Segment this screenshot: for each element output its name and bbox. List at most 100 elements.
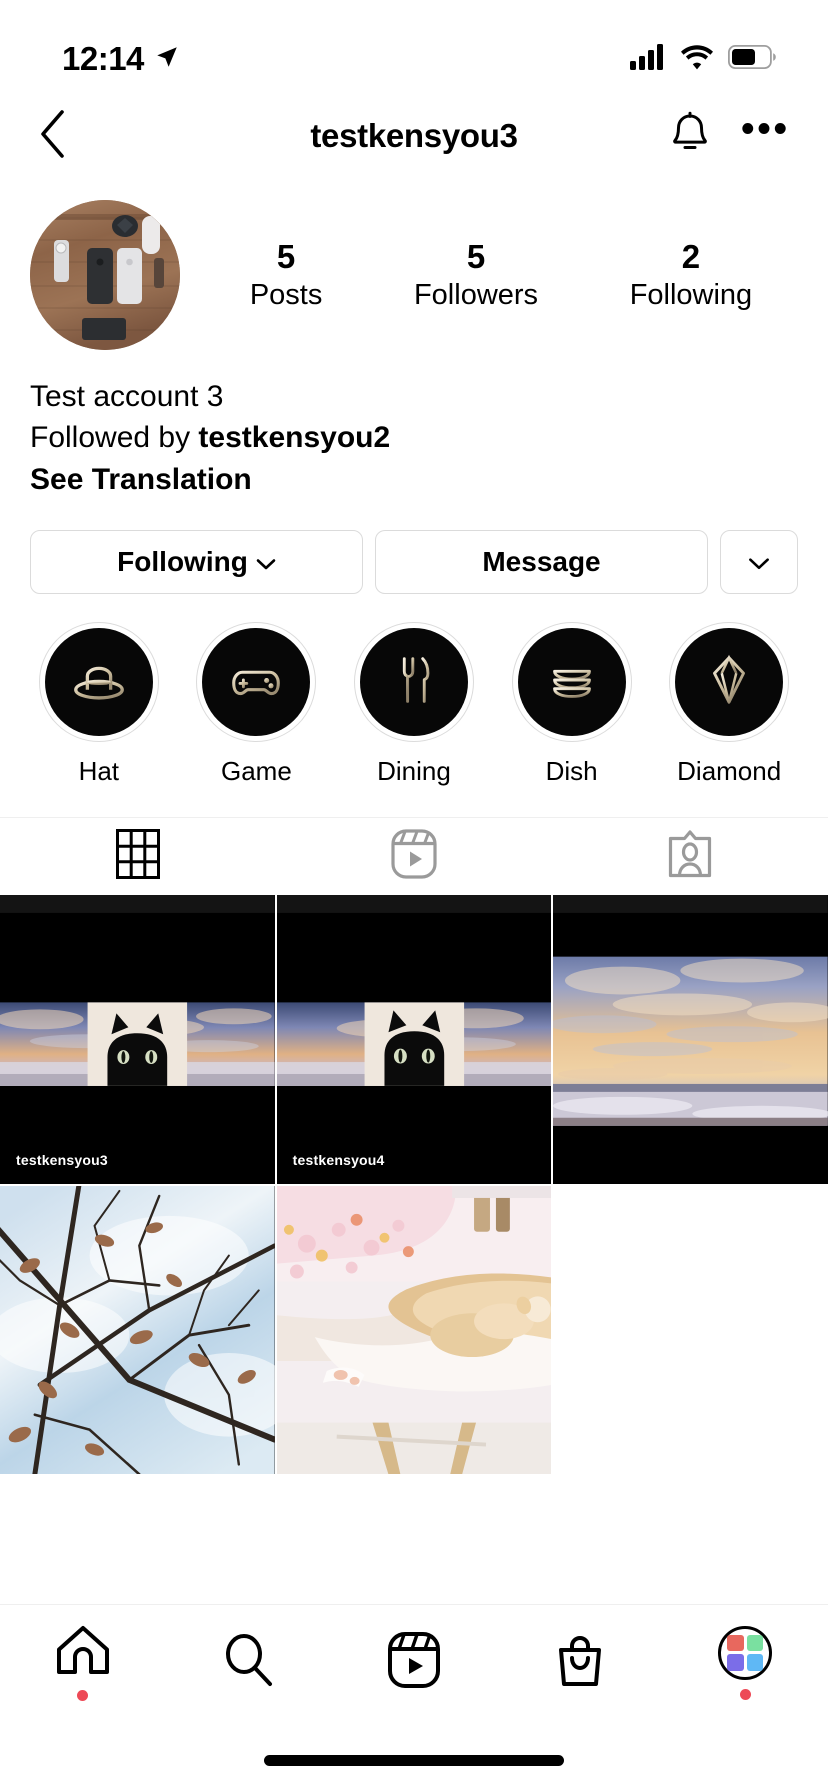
- followed-by-username[interactable]: testkensyou2: [198, 421, 390, 454]
- bottom-nav-search[interactable]: [166, 1605, 332, 1720]
- bell-button[interactable]: [669, 111, 711, 162]
- home-badge-dot: [77, 1690, 89, 1701]
- bell-icon: [669, 111, 711, 161]
- avatar-square-green: [746, 1634, 764, 1651]
- avatar-image: [30, 200, 180, 350]
- more-options-button[interactable]: •••: [741, 110, 790, 148]
- grid-cell-post-2[interactable]: testkensyou4: [276, 895, 552, 1184]
- highlight-dining[interactable]: Dining: [335, 622, 493, 787]
- chevron-down-icon: [256, 546, 276, 578]
- tab-tagged[interactable]: [552, 818, 828, 895]
- bottom-nav-profile[interactable]: [662, 1605, 828, 1720]
- highlight-dish[interactable]: Dish: [493, 622, 651, 787]
- highlight-ring: [38, 622, 159, 743]
- post-watermark: testkensyou3: [16, 1151, 108, 1168]
- highlight-label: Dining: [377, 756, 451, 787]
- profile-tabs: [0, 817, 828, 895]
- stat-following[interactable]: 2 Following: [630, 236, 753, 315]
- highlight-label: Hat: [78, 756, 120, 787]
- highlight-ring: [511, 622, 632, 743]
- game-controller-icon: [225, 649, 287, 716]
- followed-by-prefix: Followed by: [30, 421, 199, 455]
- home-indicator[interactable]: [264, 1755, 564, 1766]
- stat-followers[interactable]: 5 Followers: [414, 236, 538, 315]
- highlight-cover: [675, 628, 784, 737]
- grid-icon: [116, 829, 160, 884]
- grid-cell-post-1[interactable]: testkensyou3: [0, 895, 275, 1184]
- nav-bar: testkensyou3 •••: [0, 92, 828, 180]
- tagged-icon: [667, 829, 713, 884]
- post-thumbnail: [0, 1185, 275, 1475]
- home-icon: [55, 1624, 111, 1681]
- stat-posts-label: Posts: [249, 278, 323, 311]
- message-button[interactable]: Message: [375, 530, 708, 595]
- highlight-label: Diamond: [677, 756, 782, 787]
- avatar-square-blue: [746, 1654, 764, 1671]
- stat-followers-count: 5: [466, 237, 486, 275]
- location-arrow-icon: [154, 44, 180, 75]
- stat-posts[interactable]: 5 Posts: [250, 236, 323, 315]
- diamond-icon: [698, 649, 760, 716]
- back-button[interactable]: [38, 109, 94, 164]
- bottom-nav: [0, 1604, 828, 1720]
- profile-stats: 5 Posts 5 Followers 2 Following: [180, 236, 798, 315]
- wifi-icon: [680, 44, 714, 75]
- profile-badge-dot: [739, 1688, 751, 1700]
- post-watermark: testkensyou4: [292, 1151, 385, 1168]
- message-button-label: Message: [482, 546, 601, 578]
- followed-by-line[interactable]: Followed by testkensyou2: [30, 417, 798, 458]
- grid-cell-post-3[interactable]: [553, 895, 828, 1184]
- fork-knife-icon: [383, 649, 445, 716]
- post-grid: testkensyou3 testkensyou4: [0, 895, 828, 1475]
- story-highlights: Hat Game Dining Dish Diamond: [0, 594, 828, 787]
- avatar[interactable]: [30, 200, 180, 350]
- avatar-square-purple: [727, 1654, 744, 1671]
- highlight-diamond[interactable]: Diamond: [650, 622, 808, 787]
- highlight-cover: [44, 628, 153, 737]
- back-chevron-icon: [38, 109, 68, 164]
- highlight-cover: [517, 628, 626, 737]
- following-button[interactable]: Following: [30, 530, 363, 595]
- bottom-nav-home[interactable]: [0, 1605, 166, 1720]
- stacked-dishes-icon: [541, 649, 603, 716]
- highlight-hat[interactable]: Hat: [20, 622, 178, 787]
- profile-actions: Following Message: [0, 500, 828, 595]
- bottom-nav-reels[interactable]: [331, 1605, 497, 1720]
- bio-section: Test account 3 Followed by testkensyou2 …: [0, 350, 828, 500]
- profile-header: 5 Posts 5 Followers 2 Following: [0, 180, 828, 350]
- status-time: 12:14: [62, 40, 144, 77]
- grid-cell-post-4[interactable]: [0, 1185, 275, 1475]
- bio-display-name: Test account 3: [30, 380, 224, 413]
- grid-cell-empty: [553, 1185, 828, 1475]
- reels-icon: [387, 1632, 440, 1693]
- bottom-nav-shop[interactable]: [497, 1605, 663, 1720]
- highlight-label: Game: [220, 756, 292, 787]
- status-bar: 12:14: [0, 0, 828, 92]
- battery-icon: [727, 44, 776, 74]
- tab-reels[interactable]: [276, 818, 552, 895]
- tab-grid[interactable]: [0, 818, 276, 895]
- grid-cell-post-5[interactable]: [276, 1185, 552, 1475]
- status-bar-right: [630, 43, 776, 75]
- status-bar-left: 12:14: [62, 40, 180, 78]
- stat-following-count: 2: [681, 237, 701, 275]
- profile-avatar-icon: [718, 1625, 773, 1680]
- see-translation-link[interactable]: See Translation: [30, 459, 798, 500]
- stat-followers-label: Followers: [413, 278, 539, 311]
- highlight-cover: [202, 628, 311, 737]
- cellular-signal-icon: [630, 43, 666, 75]
- post-thumbnail: [0, 895, 275, 1184]
- post-thumbnail: [553, 895, 828, 1184]
- post-thumbnail: [276, 895, 552, 1184]
- stat-posts-count: 5: [276, 237, 296, 275]
- highlight-ring: [196, 622, 317, 743]
- hat-icon: [68, 649, 130, 716]
- following-button-label: Following: [117, 546, 248, 578]
- post-thumbnail: [276, 1185, 552, 1475]
- highlight-game[interactable]: Game: [178, 622, 336, 787]
- highlight-cover: [359, 628, 468, 737]
- reels-icon: [391, 829, 437, 884]
- avatar-square-red: [727, 1634, 744, 1651]
- more-actions-button[interactable]: [720, 530, 798, 595]
- nav-bar-right: •••: [669, 110, 790, 162]
